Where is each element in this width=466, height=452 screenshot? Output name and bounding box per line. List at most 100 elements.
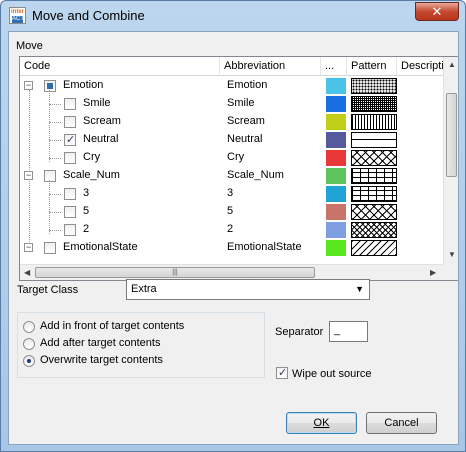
dialog-body: Move Code Abbreviation ... Pattern Descr…: [8, 31, 459, 445]
row-abbreviation: Scale_Num: [227, 169, 284, 181]
row-pattern-swatch[interactable]: [351, 78, 397, 94]
tree-connector: [49, 194, 61, 195]
row-abbreviation: Scream: [227, 115, 265, 127]
row-pattern-swatch[interactable]: [351, 114, 397, 130]
vertical-scroll-thumb[interactable]: [446, 93, 457, 177]
target-class-label: Target Class: [17, 284, 79, 296]
tree-row[interactable]: − EmotionalState EmotionalState: [20, 239, 444, 257]
tree-row[interactable]: 33: [20, 185, 444, 203]
tree-connector: [49, 122, 61, 123]
row-pattern-swatch[interactable]: [351, 96, 397, 112]
tree-connector: [49, 90, 50, 162]
tree-row[interactable]: 22: [20, 221, 444, 239]
window-title: Move and Combine: [32, 8, 145, 23]
tree-row[interactable]: Cry Cry: [20, 149, 444, 167]
row-pattern-swatch[interactable]: [351, 240, 397, 256]
column-code[interactable]: Code: [20, 57, 220, 76]
tree-row[interactable]: − Scale_Num Scale_Num: [20, 167, 444, 185]
tree-connector: [49, 104, 61, 105]
column-abbreviation[interactable]: Abbreviation: [220, 57, 321, 76]
scroll-right-icon[interactable]: ▶: [430, 268, 436, 277]
row-pattern-swatch[interactable]: [351, 168, 397, 184]
row-color-swatch[interactable]: [326, 204, 346, 220]
row-abbreviation: Cry: [227, 151, 245, 163]
row-checkbox[interactable]: [64, 224, 76, 236]
separator-label: Separator: [275, 326, 324, 338]
row-checkbox[interactable]: ✓: [64, 134, 76, 146]
tree-row[interactable]: Scream Scream: [20, 113, 444, 131]
tree-row[interactable]: ✓ Neutral Neutral: [20, 131, 444, 149]
target-class-select[interactable]: Extra ▼: [126, 279, 370, 300]
row-code: EmotionalState: [63, 241, 138, 253]
radio-add-after-control[interactable]: [23, 338, 35, 350]
vertical-scrollbar[interactable]: ▲ ▼: [443, 57, 458, 264]
row-code: Scale_Num: [63, 169, 120, 181]
row-pattern-swatch[interactable]: [351, 132, 397, 148]
code-tree-list[interactable]: Code Abbreviation ... Pattern Descriptio…: [19, 56, 458, 281]
radio-add-front-control[interactable]: [23, 321, 35, 333]
scroll-up-icon[interactable]: ▲: [448, 60, 456, 69]
row-pattern-swatch[interactable]: [351, 222, 397, 238]
column-color[interactable]: ...: [321, 57, 347, 76]
separator-input[interactable]: _: [329, 321, 368, 342]
tree-row[interactable]: − Emotion Emotion: [20, 77, 444, 95]
tree-row[interactable]: Smile Smile: [20, 95, 444, 113]
scroll-down-icon[interactable]: ▼: [448, 250, 456, 259]
row-checkbox[interactable]: [44, 170, 56, 182]
tree-connector: [49, 230, 61, 231]
row-abbreviation: Emotion: [227, 79, 268, 91]
radio-add-after-label: Add after target contents: [40, 337, 161, 349]
tree-connector: [49, 180, 50, 234]
row-checkbox[interactable]: [44, 242, 56, 254]
row-code: Scream: [83, 115, 121, 127]
row-color-swatch[interactable]: [326, 222, 346, 238]
row-color-swatch[interactable]: [326, 150, 346, 166]
collapse-icon[interactable]: −: [24, 81, 33, 90]
row-color-swatch[interactable]: [326, 96, 346, 112]
row-pattern-swatch[interactable]: [351, 150, 397, 166]
row-checkbox[interactable]: [44, 80, 56, 92]
scroll-grip-icon: |||: [172, 269, 178, 276]
close-button[interactable]: ✕: [415, 2, 459, 21]
wipe-out-source-label: Wipe out source: [292, 368, 372, 380]
row-abbreviation: 5: [227, 205, 234, 217]
ok-button[interactable]: OK: [286, 412, 357, 434]
row-checkbox[interactable]: [64, 98, 76, 110]
row-color-swatch[interactable]: [326, 168, 346, 184]
row-color-swatch[interactable]: [326, 240, 346, 256]
radio-overwrite-control[interactable]: [23, 355, 35, 367]
collapse-icon[interactable]: −: [24, 171, 33, 180]
collapse-icon[interactable]: −: [24, 243, 33, 252]
row-code: Neutral: [83, 133, 119, 145]
radio-add-front-label: Add in front of target contents: [40, 320, 185, 332]
horizontal-scroll-thumb[interactable]: |||: [35, 267, 315, 278]
cancel-button-label: Cancel: [384, 417, 419, 429]
column-pattern[interactable]: Pattern: [347, 57, 397, 76]
row-pattern-swatch[interactable]: [351, 186, 397, 202]
row-checkbox[interactable]: [64, 152, 76, 164]
row-checkbox[interactable]: [64, 188, 76, 200]
row-checkbox[interactable]: [64, 116, 76, 128]
row-abbreviation: EmotionalState: [227, 241, 302, 253]
row-color-swatch[interactable]: [326, 114, 346, 130]
title-bar[interactable]: inter ACT Move and Combine ✕: [1, 1, 465, 31]
tree-row[interactable]: 55: [20, 203, 444, 221]
row-code: 2: [83, 223, 90, 235]
placement-options: Add in front of target contents Add afte…: [17, 312, 265, 378]
row-color-swatch[interactable]: [326, 132, 346, 148]
tree-connector: [49, 158, 61, 159]
row-abbreviation: Smile: [227, 97, 255, 109]
row-color-swatch[interactable]: [326, 78, 346, 94]
row-checkbox[interactable]: [64, 206, 76, 218]
wipe-out-source-box[interactable]: ✓: [276, 367, 288, 379]
scroll-left-icon[interactable]: ◀: [24, 268, 30, 277]
move-group-label: Move: [16, 40, 43, 52]
row-pattern-swatch[interactable]: [351, 204, 397, 220]
column-description[interactable]: Description: [397, 57, 444, 76]
row-color-swatch[interactable]: [326, 186, 346, 202]
cancel-button[interactable]: Cancel: [366, 412, 437, 434]
horizontal-scrollbar[interactable]: ◀ ||| ▶: [20, 264, 443, 280]
tree-connector: [49, 212, 61, 213]
row-abbreviation: 3: [227, 187, 234, 199]
checkmark-icon: ✓: [66, 134, 76, 146]
